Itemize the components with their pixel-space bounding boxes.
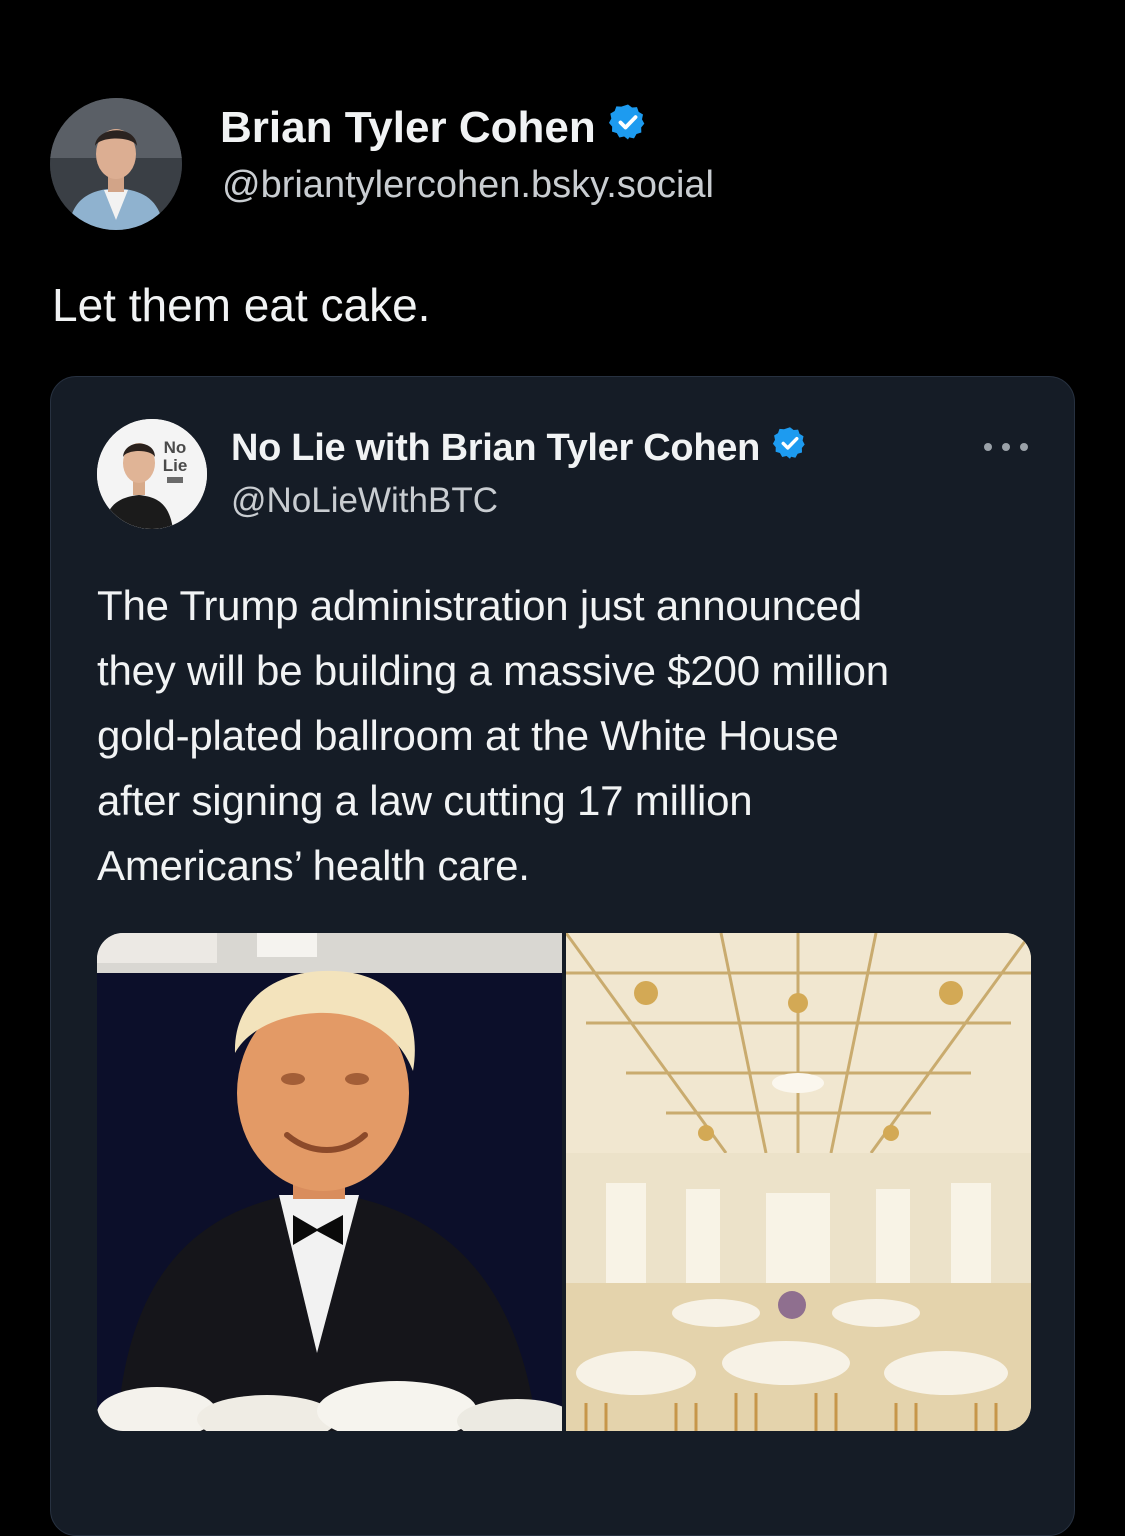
author-handle[interactable]: @briantylercohen.bsky.social	[222, 164, 714, 207]
post-text: Let them eat cake.	[52, 279, 431, 331]
no-lie-logo-avatar-icon: No Lie	[97, 419, 207, 529]
verified-badge-icon	[772, 425, 808, 471]
author-avatar[interactable]	[50, 98, 182, 230]
photo-gold-ballroom[interactable]	[566, 933, 1031, 1431]
post: Brian Tyler Cohen @briantylercohen.bsky.…	[0, 0, 1125, 1536]
quoted-post-text-line: Americans’ health care.	[97, 842, 530, 889]
quoted-post-media	[97, 933, 1031, 1431]
more-options-icon[interactable]	[984, 437, 1028, 457]
quoted-author-avatar[interactable]: No Lie	[97, 419, 207, 529]
quoted-post-text-line: they will be building a massive $200 mil…	[97, 647, 889, 694]
verified-badge-icon	[608, 102, 648, 153]
quoted-author-handle[interactable]: @NoLieWithBTC	[231, 481, 498, 521]
quoted-author-name-row[interactable]: No Lie with Brian Tyler Cohen	[231, 425, 808, 471]
quoted-post-text-line: gold-plated ballroom at the White House	[97, 712, 839, 759]
author-name-row[interactable]: Brian Tyler Cohen	[220, 102, 648, 153]
photo-man-in-tuxedo[interactable]	[97, 933, 562, 1431]
quoted-post-text-line: after signing a law cutting 17 million	[97, 777, 753, 824]
quoted-author-name[interactable]: No Lie with Brian Tyler Cohen	[231, 427, 760, 470]
photo-man-in-tuxedo-icon	[97, 933, 562, 1431]
svg-text:No: No	[164, 438, 187, 457]
profile-photo-icon	[50, 98, 182, 230]
quoted-post-card[interactable]: No Lie No Lie with Brian Tyler Cohen @No…	[50, 376, 1075, 1536]
photo-gold-ballroom-icon	[566, 933, 1031, 1431]
svg-text:Lie: Lie	[163, 456, 188, 475]
quoted-post-text: The Trump administration just announced …	[97, 573, 1047, 898]
quoted-post-text-line: The Trump administration just announced	[97, 582, 862, 629]
author-name[interactable]: Brian Tyler Cohen	[220, 103, 596, 153]
